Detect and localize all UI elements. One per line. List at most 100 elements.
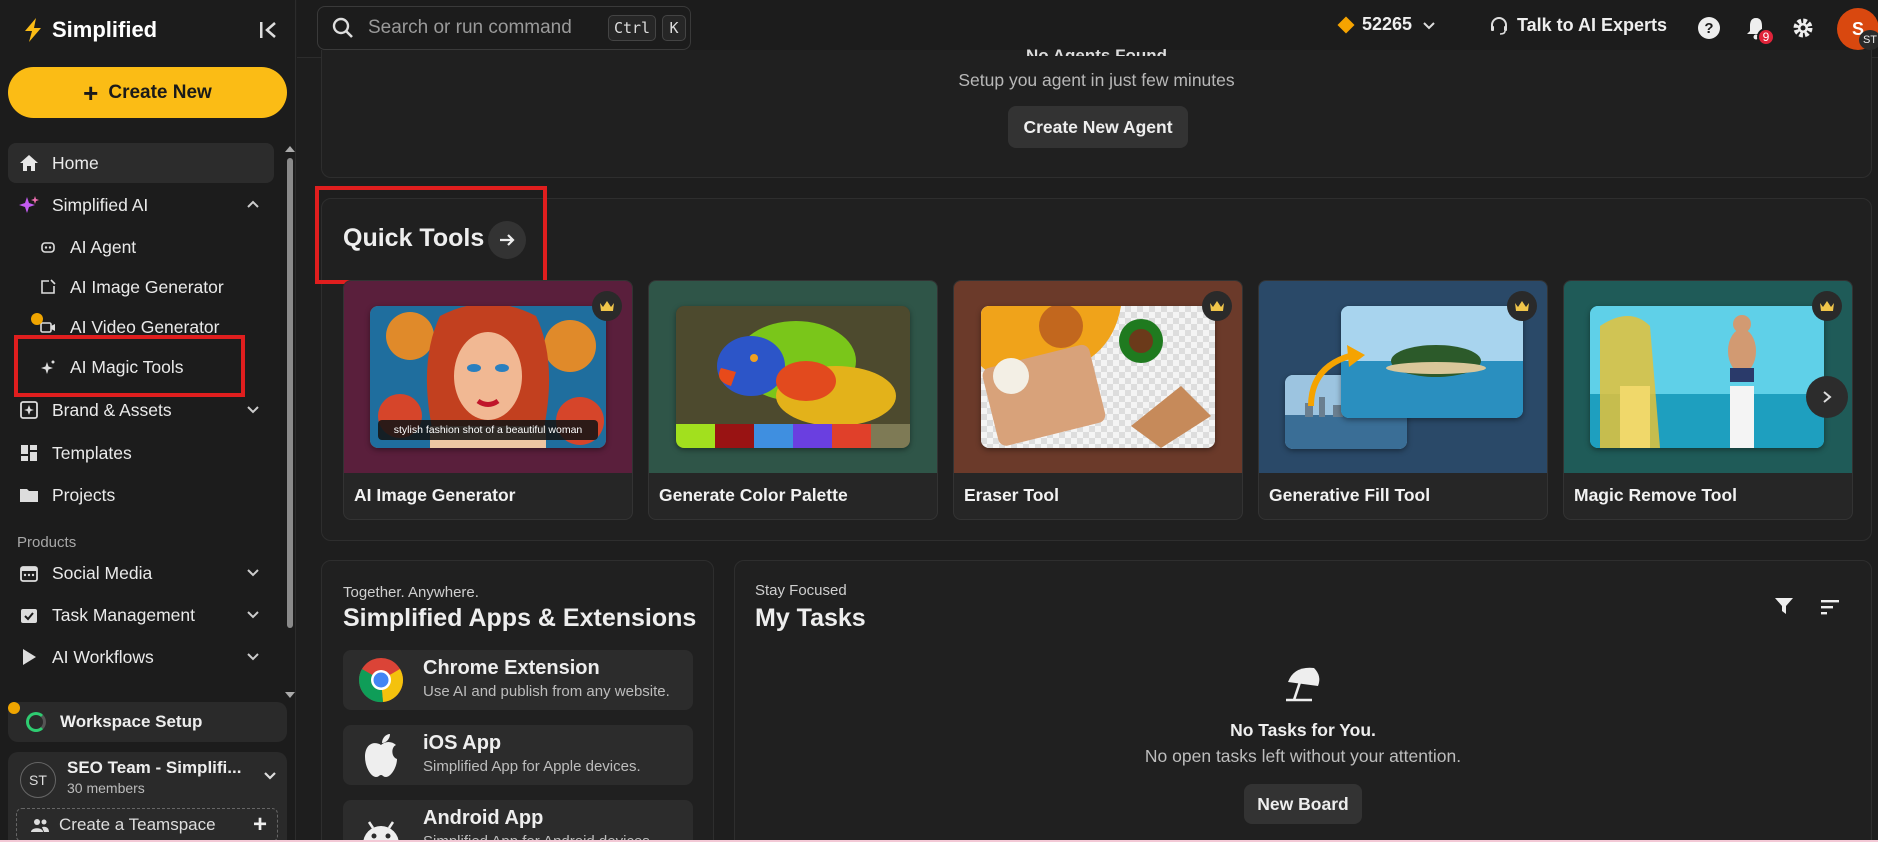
notification-dot [31, 313, 43, 325]
agents-empty-subtitle: Setup you agent in just few minutes [958, 70, 1235, 90]
sidebar-item-ai-magic-tools[interactable]: AI Magic Tools [28, 349, 268, 385]
sidebar-item-projects[interactable]: Projects [8, 475, 274, 515]
sparkle-icon [18, 194, 40, 216]
arrow-right-icon [500, 234, 515, 246]
tool-name: Generate Color Palette [659, 485, 848, 505]
app-description: Use AI and publish from any website. [423, 683, 670, 700]
chevron-down-icon [247, 569, 259, 577]
magic-sparkle-icon [40, 359, 56, 375]
sidebar-item-templates[interactable]: Templates [8, 433, 274, 473]
sort-icon[interactable] [1820, 598, 1840, 616]
brand-name: Simplified [52, 17, 158, 42]
gear-icon[interactable] [1791, 16, 1815, 40]
quick-tools-arrow-button[interactable] [488, 221, 526, 259]
create-teamspace-button[interactable]: Create a Teamspace + [16, 808, 278, 842]
sidebar-item-ai-video-generator[interactable]: AI Video Generator [28, 309, 268, 345]
sidebar-item-ai-workflows[interactable]: AI Workflows [8, 637, 274, 677]
sidebar-item-label: Simplified AI [52, 194, 149, 215]
simplified-logo-icon [25, 18, 41, 42]
sidebar-item-simplified-ai[interactable]: Simplified AI [8, 185, 274, 225]
notification-dot [8, 702, 20, 714]
search-input[interactable]: Search or run command Ctrl K [317, 6, 691, 50]
scrollbar-thumb[interactable] [287, 158, 293, 628]
app-description: Simplified App for Apple devices. [423, 758, 641, 775]
collapse-sidebar-icon[interactable] [257, 19, 279, 41]
color-swatch [793, 424, 832, 448]
beach-umbrella-icon [1286, 667, 1320, 702]
team-name: SEO Team - Simplifi... [67, 758, 242, 777]
help-icon[interactable]: ? [1697, 16, 1721, 40]
talk-to-experts-button[interactable]: Talk to AI Experts [1489, 15, 1667, 36]
sidebar-item-label: AI Workflows [52, 646, 154, 667]
food-photo [981, 306, 1215, 448]
logo[interactable]: Simplified [22, 17, 157, 43]
talk-label: Talk to AI Experts [1517, 15, 1668, 35]
quick-tools-title[interactable]: Quick Tools [343, 224, 484, 253]
tool-card-generative-fill-tool[interactable]: Generative Fill Tool [1258, 280, 1548, 520]
scroll-up-arrow-icon[interactable] [285, 146, 295, 152]
team-switcher[interactable]: ST SEO Team - Simplifi... 30 members Cre… [8, 752, 287, 842]
credits-value: 52265 [1362, 14, 1413, 34]
sidebar-item-label: AI Video Generator [70, 316, 220, 337]
color-swatch [871, 424, 910, 448]
app-name: Android App [423, 807, 544, 829]
new-board-button[interactable]: New Board [1244, 784, 1362, 824]
parrot-photo [676, 306, 910, 448]
beach-photo [1590, 306, 1824, 448]
workspace-setup-button[interactable]: Workspace Setup [8, 702, 287, 742]
tool-name: AI Image Generator [354, 485, 516, 505]
users-icon [31, 819, 49, 832]
scroll-down-arrow-icon[interactable] [285, 692, 295, 698]
create-new-agent-button[interactable]: Create New Agent [1008, 106, 1188, 148]
chevron-down-icon [247, 653, 259, 661]
chevron-down-icon[interactable] [263, 768, 277, 782]
apps-title: Simplified Apps & Extensions [343, 604, 697, 632]
tool-card-eraser-tool[interactable]: Eraser Tool [953, 280, 1243, 520]
android-icon [357, 806, 405, 842]
crown-icon [592, 291, 622, 321]
color-swatch-row [676, 424, 910, 448]
calendar-check-icon [18, 604, 40, 626]
sidebar-item-label: Brand & Assets [52, 399, 172, 420]
color-swatch [754, 424, 793, 448]
templates-icon [18, 442, 40, 464]
app-ios[interactable]: iOS App Simplified App for Apple devices… [343, 725, 693, 785]
tool-card-generate-color-palette[interactable]: Generate Color Palette [648, 280, 938, 520]
sidebar-item-label: Home [52, 152, 99, 173]
sidebar-item-task-management[interactable]: Task Management [8, 595, 274, 635]
create-new-button[interactable]: + Create New [8, 67, 287, 118]
tool-thumbnail [1564, 281, 1852, 473]
app-name: Chrome Extension [423, 657, 600, 679]
workspace-setup-label: Workspace Setup [60, 712, 203, 731]
sidebar-scrollbar[interactable] [284, 144, 296, 704]
color-swatch [676, 424, 715, 448]
tool-thumbnail [954, 281, 1242, 473]
folder-icon [18, 484, 40, 506]
credits-dropdown[interactable]: 52265 [1337, 14, 1436, 35]
sidebar-item-brand-assets[interactable]: Brand & Assets [8, 390, 274, 430]
portrait-illustration: stylish fashion shot of a beautiful woma… [370, 306, 606, 448]
chevron-right-icon [1823, 391, 1832, 403]
carousel-next-button[interactable] [1806, 376, 1848, 418]
sidebar-item-ai-image-generator[interactable]: AI Image Generator [28, 269, 268, 305]
chevron-down-icon [247, 611, 259, 619]
team-avatar: ST [20, 762, 56, 798]
svg-text:?: ? [1704, 20, 1713, 37]
plus-icon: + [83, 77, 99, 108]
tool-name: Eraser Tool [964, 485, 1059, 505]
tool-card-ai-image-generator[interactable]: stylish fashion shot of a beautiful woma… [343, 280, 633, 520]
notifications-button[interactable]: 9 [1745, 16, 1775, 46]
sidebar-item-ai-agent[interactable]: AI Agent [28, 229, 268, 265]
app-chrome-extension[interactable]: Chrome Extension Use AI and publish from… [343, 650, 693, 710]
products-section-label: Products [17, 534, 77, 551]
logo-row: Simplified [22, 14, 279, 46]
tasks-eyebrow: Stay Focused [755, 582, 847, 599]
app-android[interactable]: Android App Simplified App for Android d… [343, 800, 693, 842]
image-edit-icon [40, 279, 56, 295]
robot-icon [40, 239, 56, 255]
sidebar-item-social-media[interactable]: Social Media [8, 553, 274, 593]
home-icon [18, 152, 40, 174]
search-icon [332, 17, 353, 38]
sidebar-item-home[interactable]: Home [8, 143, 274, 183]
filter-icon[interactable] [1774, 596, 1794, 616]
